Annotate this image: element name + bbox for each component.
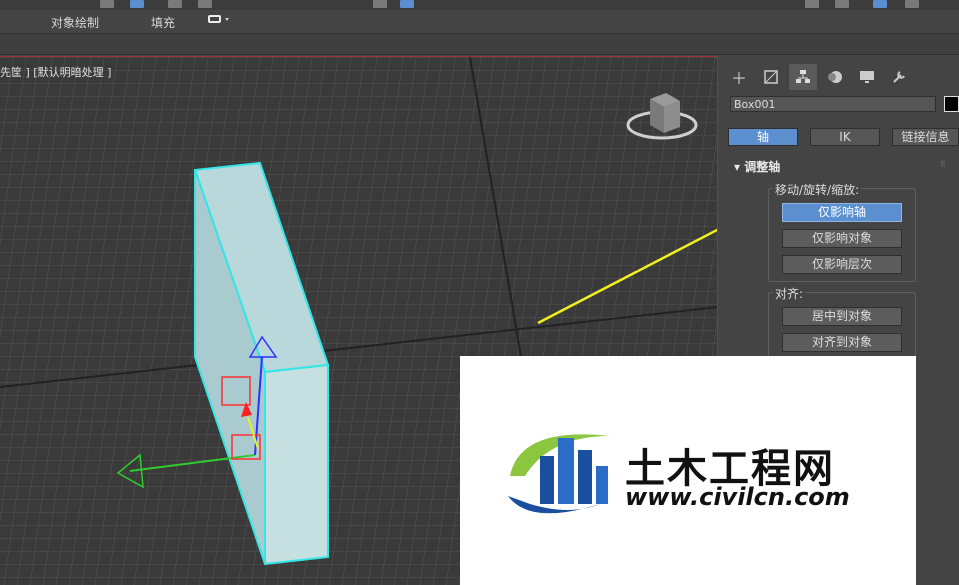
affect-pivot-only-button[interactable]: 仅影响轴 bbox=[782, 203, 902, 222]
move-group-label: 移动/旋转/缩放: bbox=[773, 181, 862, 198]
select-object-icon[interactable] bbox=[130, 0, 144, 8]
motion-tab-icon[interactable] bbox=[821, 64, 849, 90]
align-group-label: 对齐: bbox=[773, 285, 806, 302]
render-setup-icon[interactable] bbox=[805, 0, 819, 8]
ribbon-tab-fill[interactable]: 填充 bbox=[151, 14, 175, 31]
ribbon: 对象绘制 填充 bbox=[0, 10, 959, 34]
align-to-object-button[interactable]: 对齐到对象 bbox=[782, 333, 902, 352]
rollout-adjust-pivot[interactable]: ▾ 调整轴 bbox=[734, 158, 780, 175]
rollout-grip-icon[interactable]: ⠿ bbox=[940, 160, 946, 169]
angle-snap-icon[interactable] bbox=[400, 0, 414, 8]
command-panel-tabs: ＋ bbox=[722, 64, 959, 90]
subtab-pivot[interactable]: 轴 bbox=[728, 128, 798, 146]
scale-icon[interactable] bbox=[198, 0, 212, 8]
object-name-field[interactable]: Box001 bbox=[730, 96, 936, 112]
modify-tab-icon[interactable] bbox=[757, 64, 785, 90]
object-color-swatch[interactable] bbox=[944, 96, 959, 112]
snap-icon[interactable] bbox=[373, 0, 387, 8]
rollout-title: 调整轴 bbox=[744, 160, 781, 174]
subtab-link-info[interactable]: 链接信息 bbox=[892, 128, 959, 146]
viewport-label[interactable]: 先筐 ] [默认明暗处理 ] bbox=[0, 64, 111, 80]
center-to-object-button[interactable]: 居中到对象 bbox=[782, 307, 902, 326]
subtab-ik[interactable]: IK bbox=[810, 128, 880, 146]
affect-hierarchy-only-button[interactable]: 仅影响层次 bbox=[782, 255, 902, 274]
render-active-icon[interactable] bbox=[905, 0, 919, 8]
hierarchy-tab-icon[interactable] bbox=[789, 64, 817, 90]
ribbon-options-icon[interactable] bbox=[207, 12, 231, 29]
affect-object-only-button[interactable]: 仅影响对象 bbox=[782, 229, 902, 248]
rotate-icon[interactable] bbox=[168, 0, 182, 8]
ribbon-collapsed-bar bbox=[0, 34, 959, 55]
select-icon[interactable] bbox=[100, 0, 114, 8]
watermark-text-url: www.civilcn.com bbox=[625, 483, 850, 511]
collapse-arrow-icon: ▾ bbox=[734, 160, 745, 174]
ribbon-tab-object-paint[interactable]: 对象绘制 bbox=[51, 14, 99, 31]
main-toolbar bbox=[0, 0, 959, 10]
utilities-tab-icon[interactable] bbox=[885, 64, 913, 90]
create-tab-icon[interactable]: ＋ bbox=[725, 64, 753, 90]
render-frame-icon[interactable] bbox=[835, 0, 849, 8]
watermark-logo: 土木工程网 www.civilcn.com bbox=[460, 356, 916, 585]
render-icon[interactable] bbox=[873, 0, 887, 8]
display-tab-icon[interactable] bbox=[853, 64, 881, 90]
